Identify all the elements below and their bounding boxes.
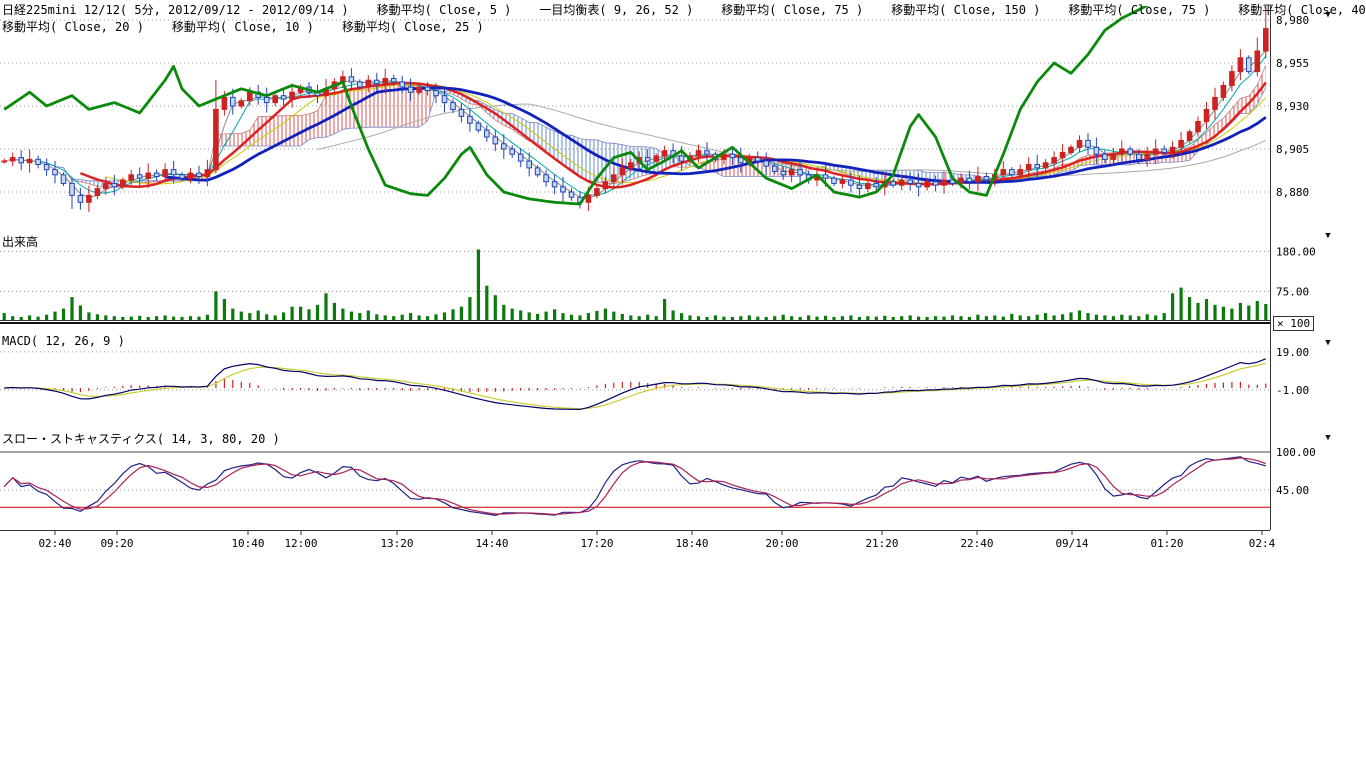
svg-text:19.00: 19.00 bbox=[1276, 346, 1309, 359]
svg-text:75.00: 75.00 bbox=[1276, 285, 1309, 298]
legend-ma10: 移動平均( Close, 10 ) bbox=[172, 18, 314, 35]
stochastics-pane-label: スロー・ストキャスティクス( 14, 3, 80, 20 ) bbox=[2, 430, 280, 447]
legend-ma25: 移動平均( Close, 25 ) bbox=[342, 18, 484, 35]
svg-text:13:20: 13:20 bbox=[380, 537, 413, 550]
svg-text:12:00: 12:00 bbox=[284, 537, 317, 550]
svg-text:18:40: 18:40 bbox=[675, 537, 708, 550]
chart-canvas: 8,9808,9558,9308,9058,880180.0075.0019.0… bbox=[0, 0, 1366, 560]
indicator-legend-row2: 移動平均( Close, 20 ) 移動平均( Close, 10 ) 移動平均… bbox=[2, 18, 484, 35]
svg-text:8,930: 8,930 bbox=[1276, 100, 1309, 113]
legend-ma20: 移動平均( Close, 20 ) bbox=[2, 18, 144, 35]
svg-text:02:4: 02:4 bbox=[1249, 537, 1276, 550]
svg-text:45.00: 45.00 bbox=[1276, 484, 1309, 497]
legend-ma75b: 移動平均( Close, 75 ) bbox=[1068, 1, 1210, 18]
macd-pane-scroll-down-icon[interactable]: ▼ bbox=[1320, 338, 1336, 350]
legend-instrument: 日経225mini 12/12( 5分, 2012/09/12 - 2012/0… bbox=[2, 1, 349, 18]
legend-ichimoku: 一目均衡表( 9, 26, 52 ) bbox=[539, 1, 693, 18]
svg-text:21:20: 21:20 bbox=[865, 537, 898, 550]
legend-ma75a: 移動平均( Close, 75 ) bbox=[721, 1, 863, 18]
svg-text:17:20: 17:20 bbox=[580, 537, 613, 550]
legend-ma150: 移動平均( Close, 150 ) bbox=[891, 1, 1040, 18]
svg-text:8,880: 8,880 bbox=[1276, 186, 1309, 199]
svg-text:20:00: 20:00 bbox=[765, 537, 798, 550]
svg-text:22:40: 22:40 bbox=[960, 537, 993, 550]
svg-text:14:40: 14:40 bbox=[475, 537, 508, 550]
svg-text:01:20: 01:20 bbox=[1150, 537, 1183, 550]
svg-text:100.00: 100.00 bbox=[1276, 446, 1316, 459]
svg-text:8,905: 8,905 bbox=[1276, 143, 1309, 156]
macd-pane-label: MACD( 12, 26, 9 ) bbox=[2, 334, 125, 348]
stoch-pane-scroll-down-icon[interactable]: ▼ bbox=[1320, 433, 1336, 445]
volume-pane-label: 出来高 bbox=[2, 233, 38, 250]
legend-ma5: 移動平均( Close, 5 ) bbox=[377, 1, 512, 18]
svg-text:180.00: 180.00 bbox=[1276, 245, 1316, 258]
svg-text:02:40: 02:40 bbox=[38, 537, 71, 550]
svg-text:09/14: 09/14 bbox=[1055, 537, 1088, 550]
svg-text:8,955: 8,955 bbox=[1276, 57, 1309, 70]
price-pane-scroll-down-icon[interactable]: ▼ bbox=[1320, 10, 1336, 22]
volume-multiplier-badge: × 100 bbox=[1273, 316, 1314, 331]
svg-text:-1.00: -1.00 bbox=[1276, 384, 1309, 397]
volume-pane-scroll-down-icon[interactable]: ▼ bbox=[1320, 231, 1336, 243]
svg-text:10:40: 10:40 bbox=[231, 537, 264, 550]
legend-ma40: 移動平均( Close, 40 ) bbox=[1238, 1, 1366, 18]
svg-text:09:20: 09:20 bbox=[100, 537, 133, 550]
chart-app-window: 8,9808,9558,9308,9058,880180.0075.0019.0… bbox=[0, 0, 1366, 768]
indicator-legend-row1: 日経225mini 12/12( 5分, 2012/09/12 - 2012/0… bbox=[2, 1, 1366, 18]
